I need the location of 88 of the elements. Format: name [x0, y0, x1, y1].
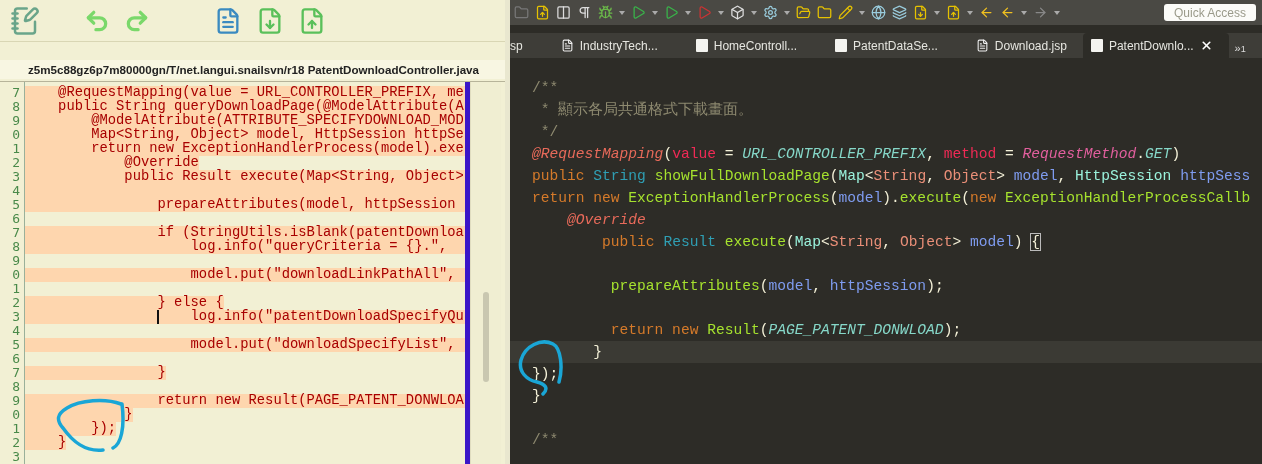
line-number: 9 [11, 394, 21, 408]
code-line: Map<String, Object> model, HttpSession httpSe [90, 128, 464, 142]
code-line: } [532, 388, 541, 404]
run-icon[interactable] [664, 5, 679, 20]
file-path: z5m5c88gz6p7m80000gn/T/net.langui.snailsvn/r18 PatentDownloadController.java [28, 63, 479, 77]
pencil-icon[interactable] [838, 5, 853, 20]
editor-tab[interactable]: Download.jsp [953, 33, 1083, 58]
tab-label: HomeControll... [713, 38, 798, 53]
code-line: log.info("patentDownloadSpecifyQu [189, 310, 464, 324]
code-line: return new Result(PAGE_PATENT_DONWLOA [156, 394, 464, 408]
document-icon [560, 39, 574, 52]
line-number: 5 [11, 338, 21, 352]
code-line: if (StringUtils.isBlank(patentDownloa [156, 226, 464, 240]
pilcrow-icon[interactable] [577, 5, 592, 20]
file-icon[interactable] [913, 5, 928, 20]
line-number: 8 [11, 100, 21, 114]
line-number: 9 [11, 254, 21, 268]
folder-icon[interactable] [817, 5, 832, 20]
tab-label: Download.jsp [994, 38, 1067, 53]
code-line: @Override [566, 212, 646, 228]
code-line: @ModelAttribute(ATTRIBUTE_SPECIFYDOWNLOAD_MOD [91, 114, 464, 128]
file-icon[interactable] [535, 5, 550, 20]
line-number: 7 [11, 226, 21, 240]
line-number: 0 [11, 408, 21, 422]
close-button[interactable] [1199, 39, 1213, 52]
folder-icon[interactable] [796, 5, 811, 20]
line-number: 3 [11, 450, 21, 464]
code-line: model.put("downloadSpecifyList", [189, 338, 456, 352]
line-number: 1 [11, 282, 21, 296]
editor-tab[interactable]: sp [510, 33, 539, 58]
line-number: 7 [11, 366, 21, 380]
code-line: return new Result(PAGE_PATENT_DONWLOAD); [609, 322, 962, 338]
tab-label: sp [510, 38, 523, 53]
line-number: 3 [11, 310, 21, 324]
code-line: prepareAttributes(model, httpSession); [609, 278, 944, 294]
globe-icon[interactable] [871, 5, 886, 20]
code-line: prepareAttributes(model, httpSession [156, 198, 456, 212]
run-icon[interactable] [631, 5, 646, 20]
editor-tab[interactable]: PatentDataSe... [813, 33, 954, 58]
line-number: 2 [11, 156, 21, 170]
editor-tab[interactable]: IndustryTech... [538, 33, 674, 58]
layers-icon[interactable] [892, 5, 907, 20]
line-number: 2 [11, 296, 21, 310]
file-icon[interactable] [946, 5, 961, 20]
back-icon[interactable] [979, 5, 994, 20]
line-number: 2 [11, 436, 21, 450]
code-line: public Result execute(Map<String, Object> model) { [601, 234, 1040, 250]
line-number: 9 [11, 114, 21, 128]
editor-tab[interactable]: PatentDownlo... [1082, 33, 1229, 58]
box-icon[interactable] [730, 5, 745, 20]
code-line: public Result execute(Map<String, Object> [123, 170, 464, 184]
bug-icon[interactable] [598, 5, 613, 20]
editor-tab[interactable]: HomeControll... [673, 33, 814, 58]
line-number: 4 [11, 324, 21, 338]
code-line: public String queryDownloadPage(@ModelAttribute(A [57, 100, 464, 114]
line-number: 0 [11, 268, 21, 282]
code-line: * 顯示各局共通格式下載畫面。 [539, 102, 754, 118]
line-number: 1 [11, 422, 21, 436]
line-number: 6 [11, 212, 21, 226]
code-line: return new ExceptionHandlerProcess(model).exe [90, 142, 464, 156]
line-number: 8 [11, 240, 21, 254]
code-line: } [592, 344, 603, 360]
line-number: 8 [11, 380, 21, 394]
code-line: /** [532, 432, 559, 448]
code-line: @RequestMapping(value = URL_CONTROLLER_PREFIX, method = RequestMethod.GET) [532, 146, 1181, 162]
forward-icon[interactable] [1033, 5, 1048, 20]
line-number: 5 [11, 198, 21, 212]
line-number: 0 [11, 128, 21, 142]
line-number: 6 [11, 352, 21, 366]
quick-access-field[interactable]: Quick Access [1164, 4, 1256, 21]
back-icon[interactable] [1000, 5, 1015, 20]
code-line: */ [539, 124, 559, 140]
line-number: 3 [11, 170, 21, 184]
code-line: /** [532, 80, 559, 96]
code-line: model.put("downloadLinkPathAll", [189, 268, 456, 282]
line-number: 4 [11, 184, 21, 198]
tab-label: PatentDataSe... [853, 38, 938, 53]
tab-label: PatentDownlo... [1108, 38, 1194, 53]
tab-label: IndustryTech... [579, 38, 658, 53]
line-number: 1 [11, 142, 21, 156]
code-line: public String showFullDownloadPage(Map<String, Object> model, HttpSession httpSess [532, 168, 1251, 184]
code-line: log.info("queryCriteria = {}.", [190, 240, 448, 254]
line-number: 7 [11, 86, 21, 100]
document-icon [975, 39, 989, 52]
code-line: return new ExceptionHandlerProcess(model).execute(new ExceptionHandlerProcessCallb [532, 190, 1251, 206]
columns-icon[interactable] [556, 5, 571, 20]
code-line: @RequestMapping(value = URL_CONTROLLER_PREFIX, me [57, 86, 464, 100]
gear-icon[interactable] [763, 5, 778, 20]
